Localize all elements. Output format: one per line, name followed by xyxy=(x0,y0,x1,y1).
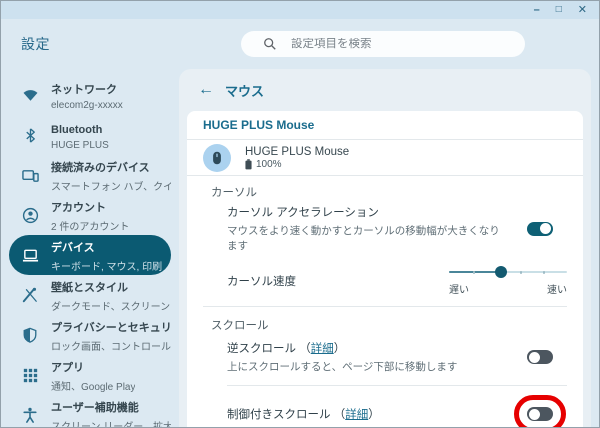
sidebar-item-sublabel: HUGE PLUS xyxy=(51,140,109,151)
sidebar-item-sublabel: 通知、Google Play xyxy=(51,378,135,393)
search-input[interactable] xyxy=(291,38,513,50)
account-icon xyxy=(21,206,39,224)
setting-title: 制御付きスクロール xyxy=(227,409,331,421)
accessibility-icon xyxy=(21,406,39,424)
sidebar-item-sublabel: ロック画面、コントロール xyxy=(51,338,171,353)
device-row: HUGE PLUS Mouse 100% xyxy=(187,140,583,176)
setting-title: カーソル アクセラレーション xyxy=(227,204,501,220)
sidebar: ネットワークelecom2g-xxxxx BluetoothHUGE PLUS … xyxy=(1,69,179,427)
avatar xyxy=(203,144,231,172)
battery-icon xyxy=(245,159,252,170)
app-header: 設定 xyxy=(1,19,599,69)
sidebar-item-accounts[interactable]: アカウント 2 件のアカウント xyxy=(9,195,171,235)
setting-row-cursor-acceleration: カーソル アクセラレーション マウスをより速く動かすとカーソルの移動幅が大きくな… xyxy=(187,198,583,259)
sidebar-item-sublabel: ダークモード、スクリーン セー... xyxy=(51,298,171,313)
sidebar-item-label: プライバシーとセキュリティ xyxy=(51,322,171,334)
sidebar-item-label: アプリ xyxy=(51,362,84,374)
setting-row-reverse-scroll: 逆スクロール （詳細） 上にスクロールすると、ページ下部に移動します xyxy=(187,331,583,383)
cursor-acceleration-toggle[interactable] xyxy=(527,222,553,236)
reverse-scroll-toggle[interactable] xyxy=(527,350,553,364)
card-title: HUGE PLUS Mouse xyxy=(187,111,583,140)
cursor-speed-slider: 遅い 速い xyxy=(449,265,567,296)
search-icon xyxy=(263,37,277,51)
minimize-button[interactable]: – xyxy=(534,5,540,16)
page-title: 設定 xyxy=(21,34,50,54)
divider xyxy=(203,306,567,307)
maximize-button[interactable]: □ xyxy=(556,5,562,15)
paren: ） xyxy=(334,343,346,355)
divider xyxy=(227,385,567,386)
brush-icon xyxy=(21,286,39,304)
controlled-scroll-toggle[interactable] xyxy=(527,407,553,421)
page-subheader: ← マウス xyxy=(179,69,591,111)
slider-track[interactable] xyxy=(449,265,567,279)
apps-icon xyxy=(21,366,39,384)
setting-subtitle: 上にスクロールすると、ページ下部に移動します xyxy=(227,359,501,374)
paren: （ xyxy=(334,409,346,421)
paren: ） xyxy=(368,409,380,421)
reverse-scroll-detail-link[interactable]: 詳細 xyxy=(311,343,334,355)
mouse-icon xyxy=(210,151,224,165)
wifi-icon xyxy=(21,86,39,104)
setting-title: 逆スクロール xyxy=(227,343,296,355)
sidebar-item-label: Bluetooth xyxy=(51,124,102,136)
slider-thumb[interactable] xyxy=(495,266,507,278)
window-titlebar: – □ ✕ xyxy=(1,1,599,19)
subpage-title: マウス xyxy=(225,81,264,100)
sidebar-item-privacy-security[interactable]: プライバシーとセキュリティロック画面、コントロール xyxy=(9,315,171,355)
paren: （ xyxy=(299,343,311,355)
sidebar-item-device[interactable]: デバイスキーボード, マウス, 印刷 xyxy=(9,235,171,275)
sidebar-item-wallpaper-style[interactable]: 壁紙とスタイルダークモード、スクリーン セー... xyxy=(9,275,171,315)
sidebar-item-sublabel: elecom2g-xxxxx xyxy=(51,100,123,111)
sidebar-item-accessibility[interactable]: ユーザー補助機能スクリーン リーダー、拡大 xyxy=(9,395,171,428)
sidebar-item-network[interactable]: ネットワーク elecom2g-xxxxx xyxy=(9,75,171,115)
laptop-icon xyxy=(21,246,39,264)
sidebar-item-label: 接続済みのデバイス xyxy=(51,162,150,174)
sidebar-item-label: ネットワーク xyxy=(51,84,117,96)
sidebar-item-label: アカウント xyxy=(51,202,106,214)
app-body: ネットワーク elecom2g-xxxxx Bluetooth HUGE PLUS … xyxy=(1,69,599,427)
connected-devices-icon xyxy=(21,166,39,184)
search-bar[interactable] xyxy=(241,31,525,57)
controlled-scroll-detail-link[interactable]: 詳細 xyxy=(345,409,368,421)
sidebar-item-apps[interactable]: アプリ通知、Google Play xyxy=(9,355,171,395)
back-arrow-icon[interactable]: ← xyxy=(193,81,219,99)
bluetooth-icon xyxy=(21,126,39,144)
sidebar-item-sublabel: スマートフォン ハブ、クイック... xyxy=(51,178,171,193)
section-label-cursor: カーソル xyxy=(187,176,583,198)
slider-min-label: 遅い xyxy=(449,281,469,296)
sidebar-item-label: デバイス xyxy=(51,242,95,254)
sidebar-item-connected-devices[interactable]: 接続済みのデバイススマートフォン ハブ、クイック... xyxy=(9,155,171,195)
device-name: HUGE PLUS Mouse xyxy=(245,146,349,158)
main-panel: ← マウス HUGE PLUS Mouse HUGE PLUS Mouse 10… xyxy=(179,69,591,427)
sidebar-item-label: ユーザー補助機能 xyxy=(51,402,139,414)
slider-max-label: 速い xyxy=(547,281,567,296)
settings-window: – □ ✕ 設定 ネットワーク elecom2g-xxxxx Bluetooth H… xyxy=(0,0,600,428)
settings-card: HUGE PLUS Mouse HUGE PLUS Mouse 100% カーソ… xyxy=(187,111,583,427)
battery-percent: 100% xyxy=(256,159,282,170)
sidebar-item-bluetooth[interactable]: Bluetooth HUGE PLUS xyxy=(9,115,171,155)
sidebar-item-sublabel: キーボード, マウス, 印刷 xyxy=(51,258,162,273)
setting-row-cursor-speed: カーソル速度 遅い 速い xyxy=(187,259,583,302)
close-button[interactable]: ✕ xyxy=(578,5,587,16)
setting-row-controlled-scroll: 制御付きスクロール （詳細） xyxy=(187,388,583,427)
privacy-icon xyxy=(21,326,39,344)
section-label-scroll: スクロール xyxy=(187,309,583,331)
sidebar-item-label: 壁紙とスタイル xyxy=(51,282,128,294)
sidebar-item-sublabel: 2 件のアカウント xyxy=(51,218,129,233)
setting-title: カーソル速度 xyxy=(227,273,437,289)
sidebar-item-sublabel: スクリーン リーダー、拡大 xyxy=(51,418,171,428)
setting-subtitle: マウスをより速く動かすとカーソルの移動幅が大きくなります xyxy=(227,223,501,253)
